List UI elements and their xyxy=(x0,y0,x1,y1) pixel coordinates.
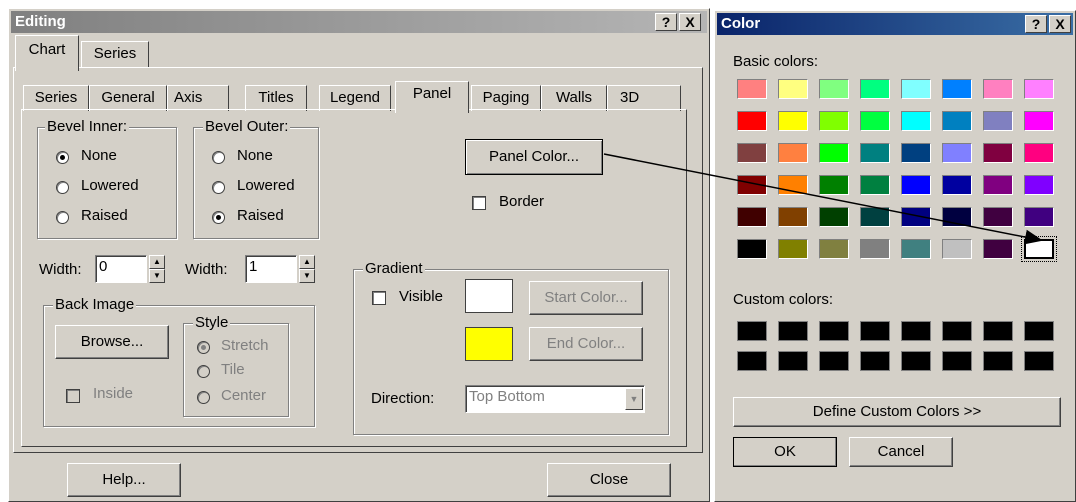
arrow-annotation xyxy=(603,153,1043,245)
tab-chart[interactable]: Chart xyxy=(15,35,79,71)
arrow-line xyxy=(603,153,1043,245)
tab-panel[interactable]: Panel xyxy=(395,81,469,113)
